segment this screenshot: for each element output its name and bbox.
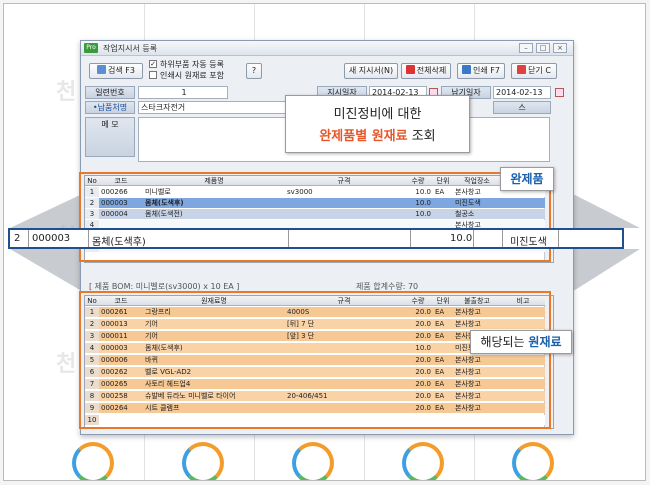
close-icon [517, 65, 527, 74]
maximize-button[interactable]: □ [536, 43, 550, 53]
memo-label: 메 모 [85, 117, 135, 157]
auto-register-checkbox[interactable]: ✓ [149, 60, 157, 68]
printer-icon [462, 65, 472, 74]
title-bar: Pro 작업지시서 등록 – □ × [81, 41, 573, 56]
status-label: 스 [493, 101, 551, 114]
delivery-label: •납품처명 [85, 101, 135, 114]
raw-material-tag: 해당되는 원재료 [470, 330, 572, 354]
auto-register-label: 하위부품 자동 등록 [160, 60, 224, 69]
delete-all-button[interactable]: 전체삭제 [401, 63, 451, 79]
app-icon: Pro [84, 43, 98, 53]
search-button[interactable]: 검색 F3 [89, 63, 143, 79]
new-order-button[interactable]: 새 지시서(N) [344, 63, 398, 79]
serial-label: 일련번호 [85, 86, 135, 99]
main-callout-highlight: 완제품별 원재료 [319, 129, 408, 144]
due-date-field[interactable]: 2014-02-13 [493, 86, 551, 99]
close-button[interactable]: 닫기 C [511, 63, 557, 79]
main-callout: 미진정비에 대한 완제품별 원재료 조회 [285, 95, 470, 153]
include-raw-label: 인쇄시 원재료 포함 [160, 71, 224, 80]
calendar-icon[interactable] [555, 88, 564, 97]
include-raw-checkbox[interactable] [149, 71, 157, 79]
zoom-row-no: 2 [14, 233, 21, 244]
search-icon [97, 65, 107, 74]
help-button[interactable]: ? [246, 63, 262, 79]
raw-material-highlight [79, 291, 551, 429]
close-window-button[interactable]: × [553, 43, 567, 53]
main-callout-suffix: 조회 [407, 129, 436, 144]
minimize-button[interactable]: – [519, 43, 533, 53]
window-title: 작업지시서 등록 [103, 44, 158, 53]
serial-field[interactable]: 1 [138, 86, 228, 99]
delete-icon [405, 65, 415, 74]
zoom-row-name: 몸체(도색후) [92, 237, 146, 248]
zoom-row-qty: 10.0 [450, 233, 473, 244]
zoom-row-code: 000003 [32, 233, 71, 244]
print-button[interactable]: 인쇄 F7 [457, 63, 505, 79]
zoom-row: 2 000003 몸체(도색후) 10.0 미진도색 [8, 228, 624, 249]
finished-product-tag: 완제품 [500, 167, 554, 191]
main-callout-line1: 미진정비에 대한 [333, 107, 422, 122]
zoom-row-location: 미진도색 [510, 237, 547, 248]
